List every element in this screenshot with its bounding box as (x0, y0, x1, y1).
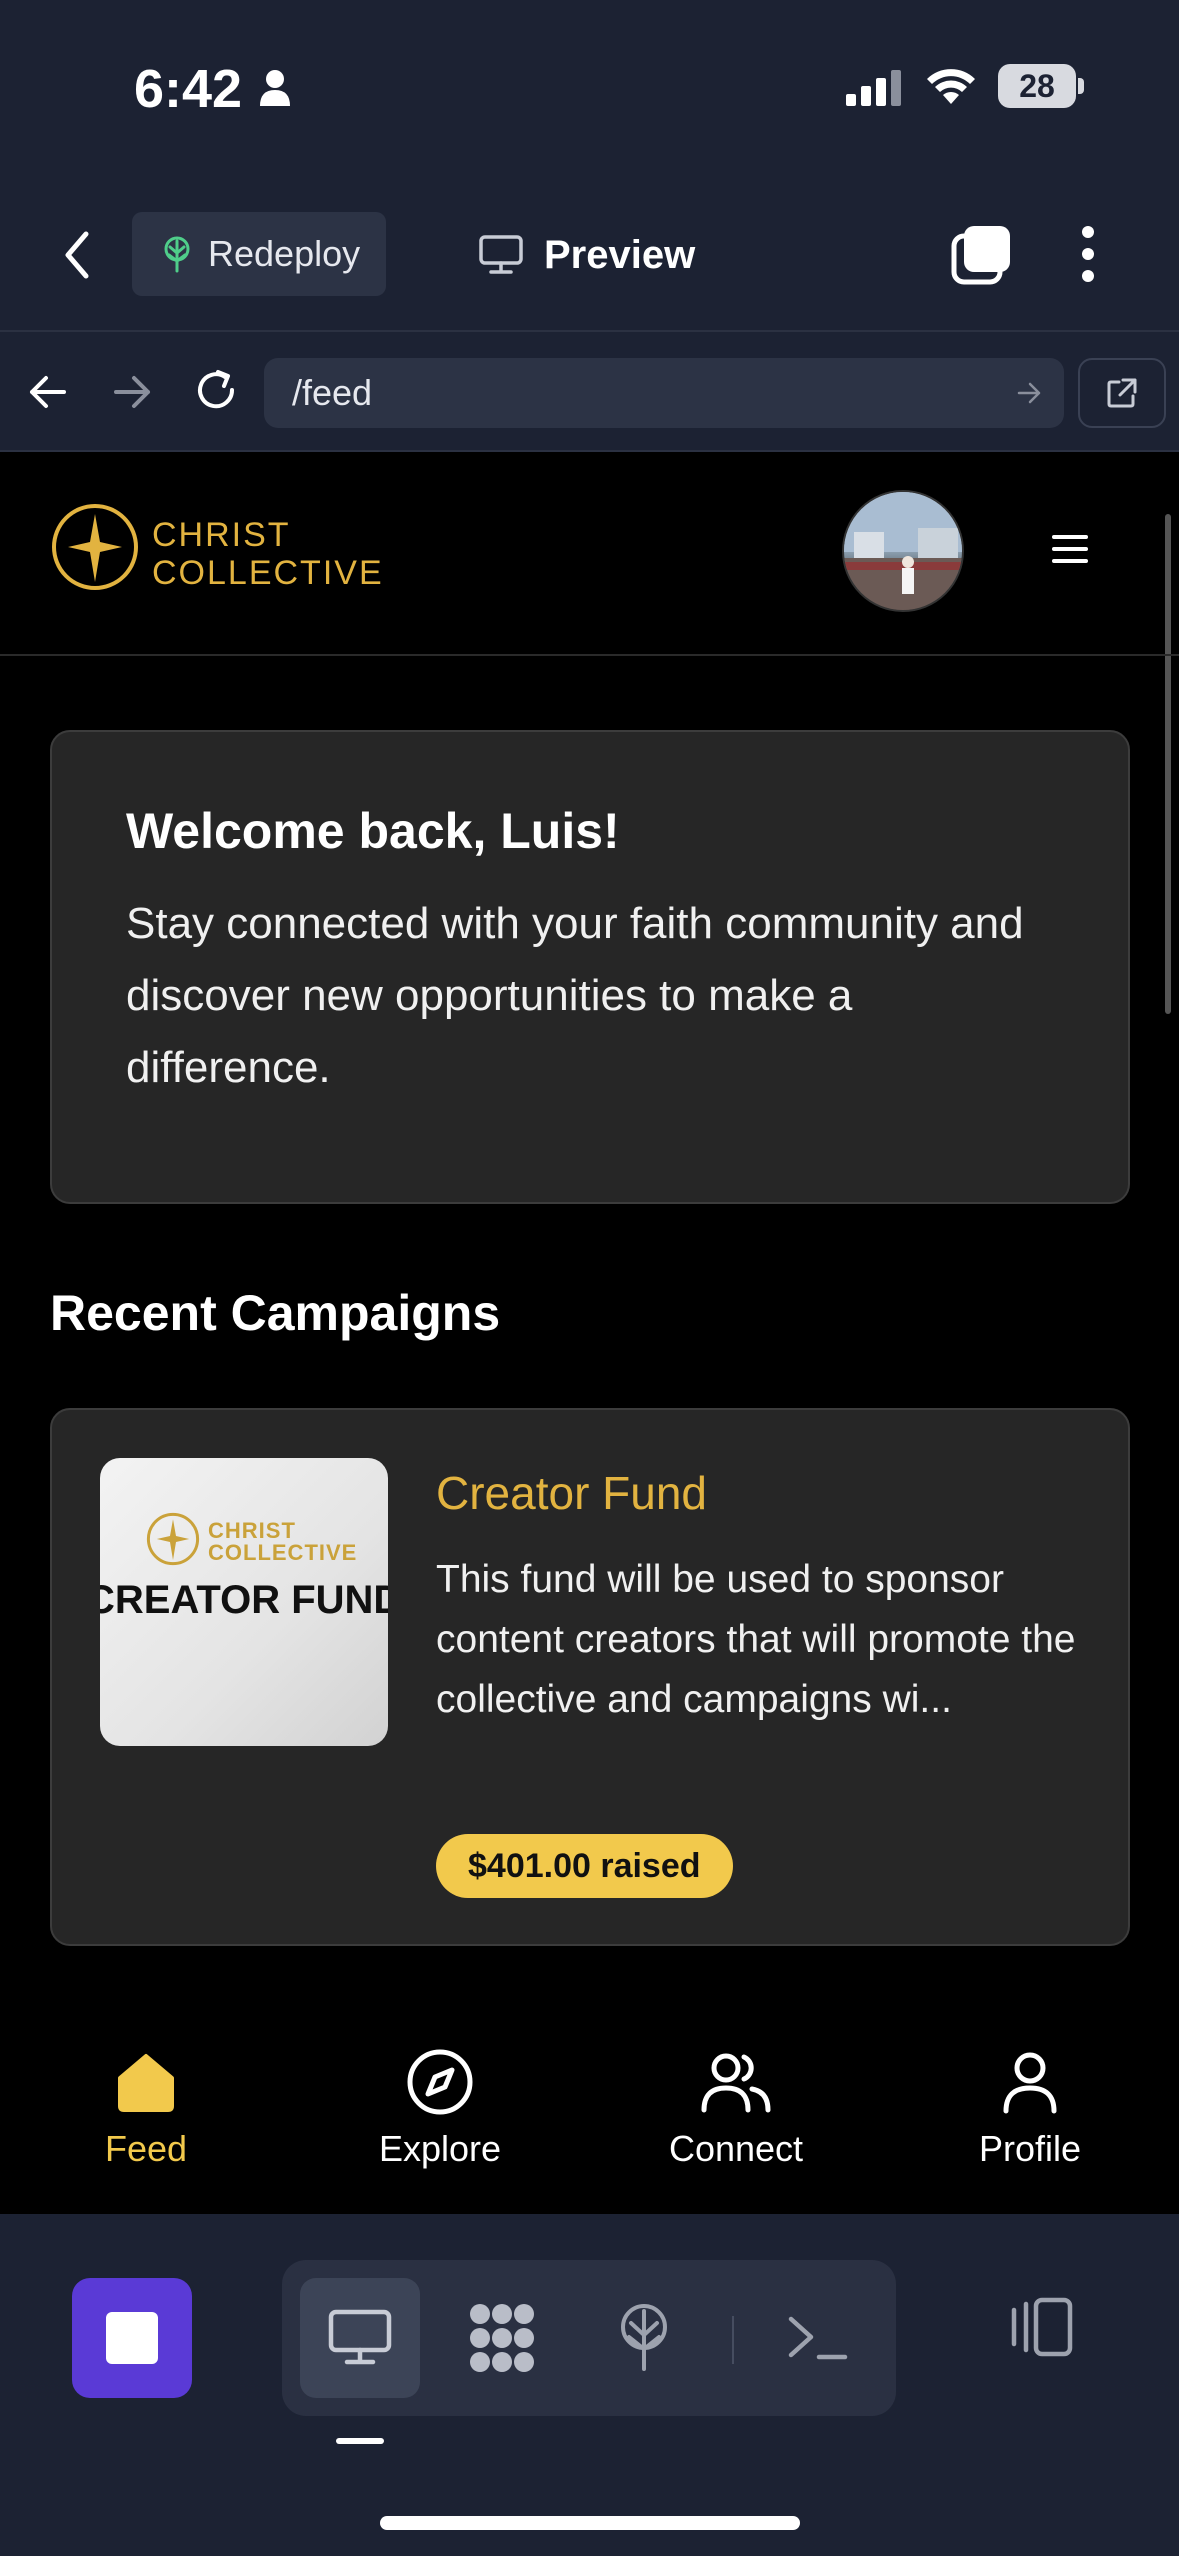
thumb-logo-star-icon (146, 1512, 200, 1566)
campaign-thumbnail: CHRIST COLLECTIVE CREATOR FUND (100, 1458, 388, 1746)
url-input[interactable]: /feed (264, 358, 1064, 428)
site-header: CHRIST COLLECTIVE (0, 452, 1179, 656)
status-bar: 6:42 28 (0, 0, 1179, 180)
deploy-tree-icon (164, 236, 190, 273)
browser-forward-icon[interactable] (110, 370, 154, 414)
more-vertical-icon[interactable] (1078, 224, 1098, 284)
compass-icon (407, 2049, 473, 2115)
deploy-mode-button[interactable] (584, 2278, 704, 2398)
nav-item-profile[interactable]: Profile (910, 1998, 1150, 2214)
back-chevron-icon[interactable] (62, 230, 92, 280)
user-icon (1003, 2052, 1057, 2114)
raised-badge: $401.00 raised (436, 1834, 733, 1898)
nav-label-profile: Profile (978, 2128, 1082, 2169)
home-icon (118, 2054, 174, 2112)
avatar[interactable] (842, 490, 964, 612)
thumb-title: CREATOR FUND (100, 1578, 388, 1622)
recent-campaigns-heading: Recent Campaigns (50, 1285, 501, 1341)
person-icon (260, 70, 290, 106)
battery-tip (1078, 78, 1084, 94)
preview-label: Preview (544, 232, 696, 277)
preview-mode-button[interactable] (300, 2278, 420, 2398)
open-external-button[interactable] (1078, 358, 1166, 428)
nav-label-feed: Feed (104, 2128, 188, 2169)
web-preview: CHRIST COLLECTIVE Welcome back, Luis! St… (0, 452, 1179, 2214)
stop-button[interactable] (72, 2278, 192, 2398)
welcome-body: Stay connected with your faith community… (126, 899, 1024, 1092)
nav-item-connect[interactable]: Connect (616, 1998, 856, 2214)
redeploy-label: Redeploy (208, 233, 361, 274)
monitor-icon (479, 235, 523, 274)
users-icon (701, 2053, 771, 2113)
app-toolbar: Redeploy Preview (0, 180, 1179, 330)
battery-indicator: 28 (998, 64, 1076, 108)
ide-dock (0, 2214, 1179, 2556)
monitor-icon (328, 2309, 392, 2365)
preview-button[interactable]: Preview (478, 220, 695, 290)
logo-line-1: CHRIST (152, 516, 291, 554)
nav-item-feed[interactable]: Feed (26, 1998, 266, 2214)
campaign-description: This fund will be used to sponsor conten… (436, 1558, 1076, 1721)
browser-url-row: /feed (0, 330, 1179, 452)
browser-back-icon[interactable] (26, 370, 70, 414)
go-arrow-icon[interactable] (1016, 380, 1042, 406)
thumb-logo-line-2: COLLECTIVE (208, 1540, 358, 1565)
site-logo-text[interactable]: CHRIST COLLECTIVE (152, 516, 384, 592)
logo-line-2: COLLECTIVE (152, 554, 384, 592)
logo-star-icon[interactable] (50, 502, 140, 592)
deploy-tree-icon (621, 2304, 667, 2371)
panel-toggle-icon[interactable] (1002, 2296, 1074, 2358)
thumb-logo-line-1: CHRIST (208, 1518, 296, 1543)
terminal-icon (788, 2316, 848, 2360)
active-mode-indicator (336, 2438, 384, 2444)
mode-switcher (282, 2260, 896, 2416)
reload-icon[interactable] (192, 366, 240, 414)
cellular-signal-icon (846, 70, 901, 106)
agent-mode-button[interactable] (442, 2278, 562, 2398)
console-mode-button[interactable] (758, 2278, 878, 2398)
welcome-card: Welcome back, Luis! Stay connected with … (50, 730, 1130, 1204)
wifi-icon (927, 69, 975, 104)
avatar-photo (844, 492, 962, 610)
stop-icon (106, 2312, 158, 2364)
home-indicator (380, 2516, 800, 2530)
campaign-name[interactable]: Creator Fund (436, 1466, 707, 1520)
welcome-title: Welcome back, Luis! (126, 803, 620, 859)
agent-grid-icon (470, 2304, 534, 2372)
nav-label-explore: Explore (378, 2128, 502, 2169)
status-time: 6:42 (134, 59, 243, 119)
campaign-card[interactable]: CHRIST COLLECTIVE CREATOR FUND Creator F… (50, 1408, 1130, 1946)
url-text: /feed (292, 372, 373, 413)
thumb-logo-text: CHRIST COLLECTIVE (208, 1520, 357, 1564)
nav-label-connect: Connect (668, 2128, 804, 2169)
bottom-nav: Feed Explore Connect Profile (0, 1998, 1179, 2214)
hamburger-menu-icon[interactable] (1052, 534, 1088, 564)
redeploy-button[interactable]: Redeploy (132, 212, 386, 296)
tabs-icon[interactable] (950, 222, 1014, 286)
external-link-icon (1107, 378, 1137, 408)
nav-item-explore[interactable]: Explore (320, 1998, 560, 2214)
mode-divider (732, 2316, 734, 2364)
